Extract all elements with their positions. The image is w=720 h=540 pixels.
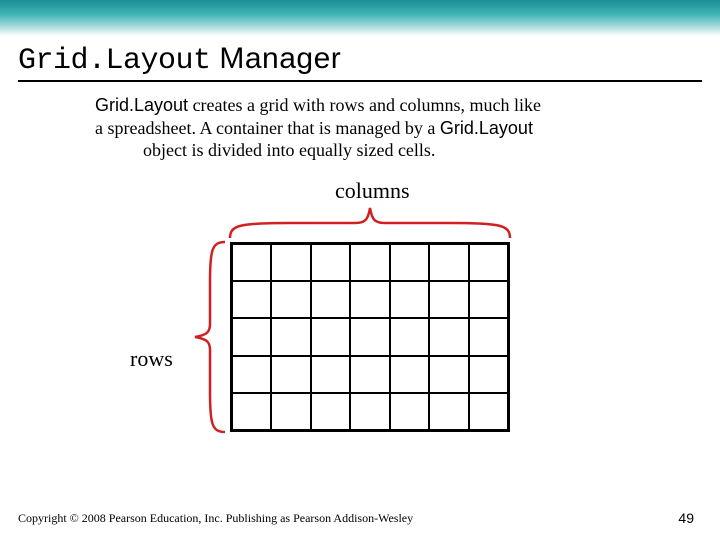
grid-cell xyxy=(390,356,429,393)
grid-cell xyxy=(311,318,350,355)
rows-label: rows xyxy=(130,346,173,372)
columns-brace-icon xyxy=(230,208,510,238)
slide: Grid.Layout Manager Grid.Layout creates … xyxy=(0,0,720,540)
header-gradient xyxy=(0,0,720,36)
grid-cell xyxy=(350,281,389,318)
grid-cell xyxy=(429,393,468,430)
grid-cell xyxy=(390,318,429,355)
rows-brace-icon xyxy=(195,242,225,432)
grid-cell xyxy=(311,281,350,318)
figure: columns rows xyxy=(0,178,720,488)
grid-cell xyxy=(429,244,468,281)
grid-cell xyxy=(232,281,271,318)
grid-cell xyxy=(311,244,350,281)
grid-cell xyxy=(311,393,350,430)
body-code-1: Grid.Layout xyxy=(95,95,188,115)
grid-cell xyxy=(469,356,508,393)
grid-cell xyxy=(232,356,271,393)
grid-cell xyxy=(350,393,389,430)
grid-cell xyxy=(271,244,310,281)
grid-table xyxy=(230,242,510,432)
grid-cell xyxy=(271,318,310,355)
grid-cell xyxy=(429,318,468,355)
copyright-footer: Copyright © 2008 Pearson Education, Inc.… xyxy=(18,511,413,526)
grid-cell xyxy=(469,281,508,318)
title-rest: Manager xyxy=(211,42,342,75)
grid-cell xyxy=(469,244,508,281)
body-line-1b: creates a grid with rows and columns, mu… xyxy=(188,95,541,115)
grid-cell xyxy=(350,356,389,393)
grid-cell xyxy=(311,356,350,393)
page-number: 49 xyxy=(678,510,694,526)
grid-cell xyxy=(271,393,310,430)
grid-cell xyxy=(469,318,508,355)
grid-cell xyxy=(390,281,429,318)
body-code-2: Grid.Layout xyxy=(440,118,533,138)
grid-cell xyxy=(232,244,271,281)
grid-cell xyxy=(429,281,468,318)
title-code: Grid.Layout xyxy=(18,44,211,78)
grid-cell xyxy=(390,393,429,430)
body-line-2a: a spreadsheet. A container that is manag… xyxy=(95,118,440,138)
body-text: Grid.Layout creates a grid with rows and… xyxy=(95,94,660,162)
grid-cell xyxy=(429,356,468,393)
slide-title: Grid.Layout Manager xyxy=(18,36,702,82)
columns-label: columns xyxy=(335,178,410,204)
grid-cell xyxy=(350,244,389,281)
grid-cell xyxy=(232,393,271,430)
grid-cell xyxy=(271,356,310,393)
grid-cell xyxy=(350,318,389,355)
grid-cell xyxy=(232,318,271,355)
grid-cell xyxy=(271,281,310,318)
grid-cell xyxy=(469,393,508,430)
body-line-3: object is divided into equally sized cel… xyxy=(95,139,435,162)
grid-cell xyxy=(390,244,429,281)
